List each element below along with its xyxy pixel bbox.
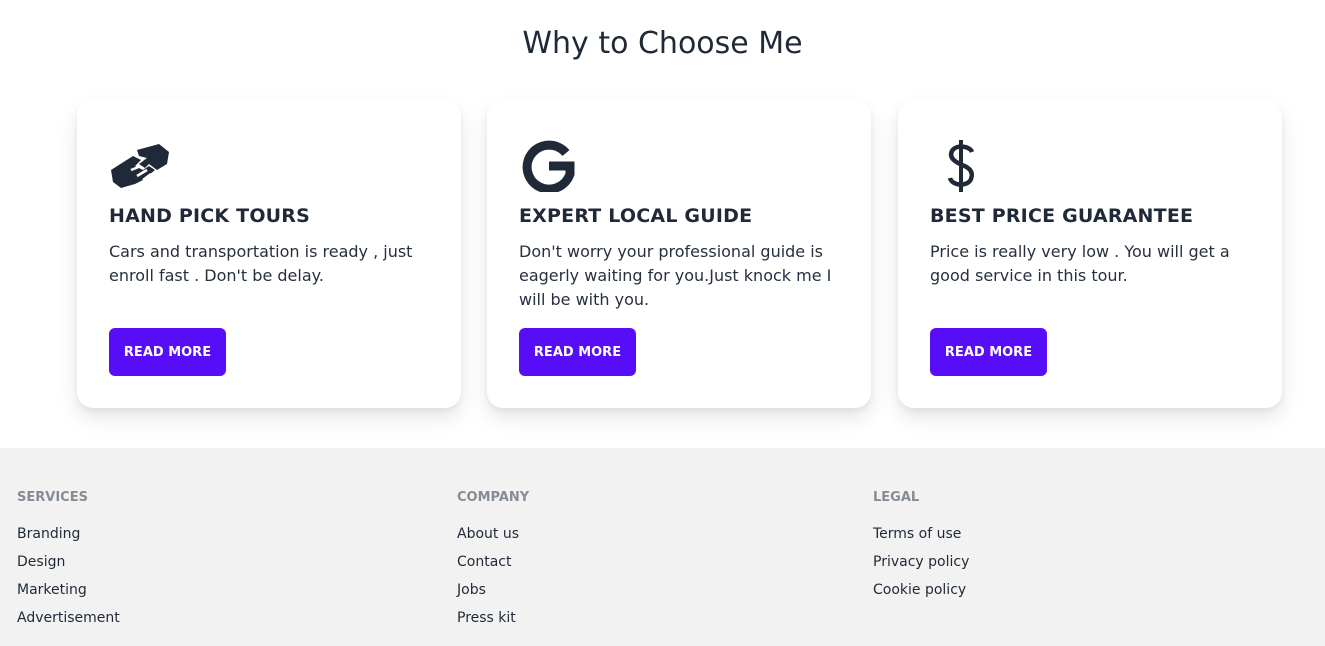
dollar-icon	[930, 140, 994, 192]
section-title: Why to Choose Me	[522, 26, 803, 61]
card-title: EXPERT LOCAL GUIDE	[519, 205, 753, 227]
handshake-icon	[109, 140, 173, 192]
footer-link-marketing[interactable]: Marketing	[17, 582, 120, 610]
footer-heading-legal: LEGAL	[873, 490, 920, 505]
footer-link-cookie-policy[interactable]: Cookie policy	[873, 582, 969, 610]
footer-link-design[interactable]: Design	[17, 554, 120, 582]
google-icon	[519, 140, 583, 194]
footer-link-advertisement[interactable]: Advertisement	[17, 610, 120, 638]
footer-link-contact[interactable]: Contact	[457, 554, 529, 582]
footer-link-terms-of-use[interactable]: Terms of use	[873, 526, 969, 554]
footer-link-press-kit[interactable]: Press kit	[457, 610, 529, 638]
footer-heading-company: COMPANY	[457, 490, 530, 505]
footer-link-about-us[interactable]: About us	[457, 526, 529, 554]
footer-heading-services: SERVICES	[17, 490, 88, 505]
card-description: Don't worry your professional guide is e…	[519, 242, 832, 309]
read-more-button[interactable]: READ MORE	[109, 328, 226, 376]
footer-link-jobs[interactable]: Jobs	[457, 582, 529, 610]
card-title: HAND PICK TOURS	[109, 205, 311, 227]
card-description: Cars and transportation is ready , just …	[109, 242, 413, 285]
footer-company: COMPANY About us Contact Jobs Press kit	[457, 490, 529, 638]
card-hand-pick-tours: HAND PICK TOURS Cars and transportation …	[77, 100, 461, 408]
footer: SERVICES Branding Design Marketing Adver…	[0, 448, 1325, 646]
card-expert-local-guide: EXPERT LOCAL GUIDE Don't worry your prof…	[487, 100, 871, 408]
footer-link-branding[interactable]: Branding	[17, 526, 120, 554]
read-more-button[interactable]: READ MORE	[519, 328, 636, 376]
footer-services: SERVICES Branding Design Marketing Adver…	[17, 490, 120, 638]
footer-legal: LEGAL Terms of use Privacy policy Cookie…	[873, 490, 969, 610]
read-more-button[interactable]: READ MORE	[930, 328, 1047, 376]
card-best-price-guarantee: BEST PRICE GUARANTEE Price is really ver…	[898, 100, 1282, 408]
card-description: Price is really very low . You will get …	[930, 242, 1230, 285]
footer-link-privacy-policy[interactable]: Privacy policy	[873, 554, 969, 582]
card-title: BEST PRICE GUARANTEE	[930, 205, 1194, 227]
